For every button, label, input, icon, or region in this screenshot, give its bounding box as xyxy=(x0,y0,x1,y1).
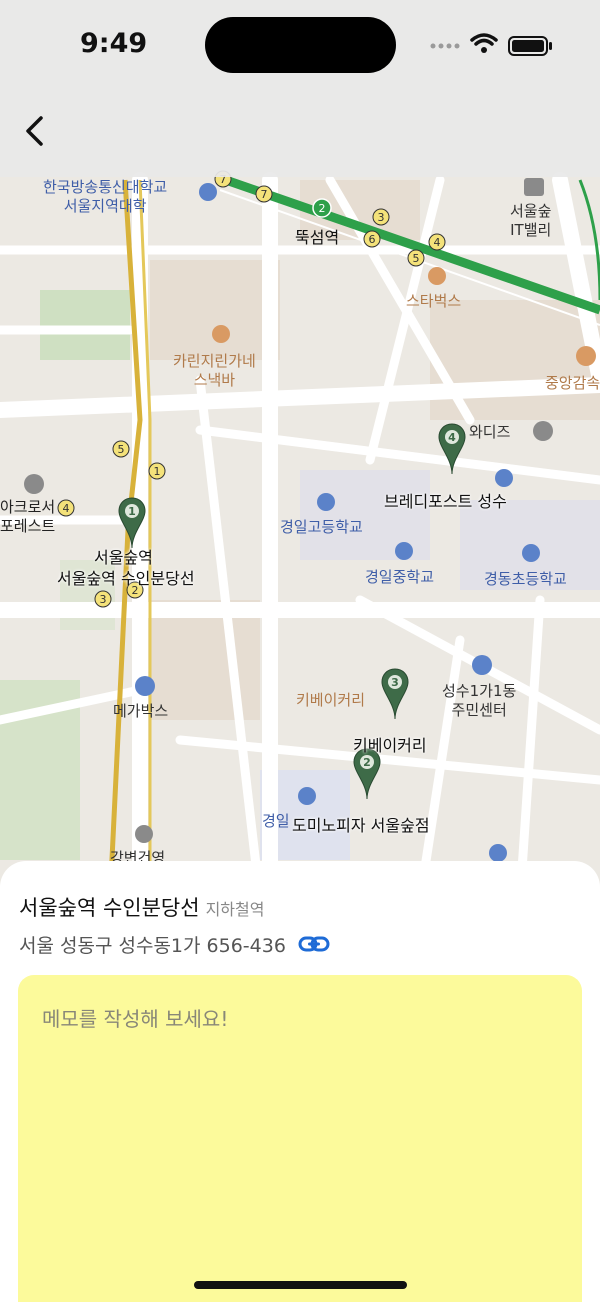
svg-text:4: 4 xyxy=(63,502,70,515)
map-pin-label-4: 브레디포스트 성수 xyxy=(384,492,507,511)
map-label-seongsu-center: 성수1가1동 주민센터 xyxy=(442,682,517,719)
svg-text:7: 7 xyxy=(261,188,268,201)
top-bar: 9:49 xyxy=(0,0,600,177)
map-label-seoulsup-it: 서울숲 IT밸리 xyxy=(510,202,552,239)
link-icon[interactable] xyxy=(298,935,330,958)
map-pin-label-3: 키베이커리 xyxy=(353,736,427,755)
map-label-kyungil-high: 경일고등학교 xyxy=(280,518,363,536)
map-label-karin: 카린지린가네 스낵바 xyxy=(173,352,256,389)
map-label-kbs-univ: 한국방송통신대학교 서울지역대학 xyxy=(43,178,168,215)
place-title-row: 서울숲역 수인분당선 지하철역 xyxy=(19,892,264,922)
map-label-kibe: 키베이커리 xyxy=(296,691,366,709)
svg-text:1: 1 xyxy=(154,465,161,478)
map-label-acro: 아크로서 포레스트 xyxy=(0,498,56,535)
memo-placeholder: 메모를 작성해 보세요! xyxy=(42,1007,229,1031)
map-label-awadiz: 와디즈 xyxy=(469,423,511,441)
svg-text:5: 5 xyxy=(413,252,420,265)
map-label-kyungdong-elem: 경동초등학교 xyxy=(484,570,567,588)
svg-text:5: 5 xyxy=(118,443,125,456)
map-pin-icon: 3 xyxy=(381,668,409,720)
map-label-ttukseom: 뚝섬역 xyxy=(295,228,340,247)
map-label-kyungil-mid: 경일중학교 xyxy=(365,568,435,586)
wifi-icon xyxy=(470,33,498,53)
map-pin-1[interactable]: 1 xyxy=(118,497,146,549)
place-title: 서울숲역 수인분당선 xyxy=(19,896,200,920)
svg-text:2: 2 xyxy=(319,202,326,215)
dynamic-island xyxy=(205,17,396,73)
place-category: 지하철역 xyxy=(205,900,265,919)
svg-text:4: 4 xyxy=(434,236,441,249)
map-pin-icon: 4 xyxy=(438,423,466,475)
svg-text:1: 1 xyxy=(128,505,136,518)
map-pin-icon: 1 xyxy=(118,497,146,549)
map-pin-label-2: 도미노피자 서울숲점 xyxy=(292,816,430,835)
status-icons xyxy=(428,30,558,60)
map-label-megabox: 메가박스 xyxy=(113,702,169,720)
svg-text:4: 4 xyxy=(448,431,456,444)
svg-text:2: 2 xyxy=(363,756,371,769)
map-pin-4[interactable]: 4 xyxy=(438,423,466,475)
chevron-left-icon xyxy=(26,116,43,146)
home-indicator xyxy=(194,1281,407,1289)
map-pin-label-1b: 서울숲역 수인분당선 xyxy=(57,569,195,588)
map-pin-3[interactable]: 3 xyxy=(381,668,409,720)
svg-text:3: 3 xyxy=(378,211,385,224)
back-button[interactable] xyxy=(14,110,58,154)
svg-text:3: 3 xyxy=(391,676,399,689)
svg-text:6: 6 xyxy=(369,233,376,246)
memo-input[interactable]: 메모를 작성해 보세요! xyxy=(18,975,582,1302)
signal-icon xyxy=(430,43,460,49)
map-label-starbucks: 스타벅스 xyxy=(406,292,462,310)
status-time: 9:49 xyxy=(80,28,148,59)
place-address: 서울 성동구 성수동1가 656-436 xyxy=(19,935,286,957)
map-label-junganggam: 중앙감속 xyxy=(545,374,600,392)
battery-icon xyxy=(508,36,552,56)
address-row: 서울 성동구 성수동1가 656-436 xyxy=(19,931,330,958)
map-label-gyeongil: 경일 xyxy=(262,812,290,830)
svg-text:3: 3 xyxy=(100,593,107,606)
